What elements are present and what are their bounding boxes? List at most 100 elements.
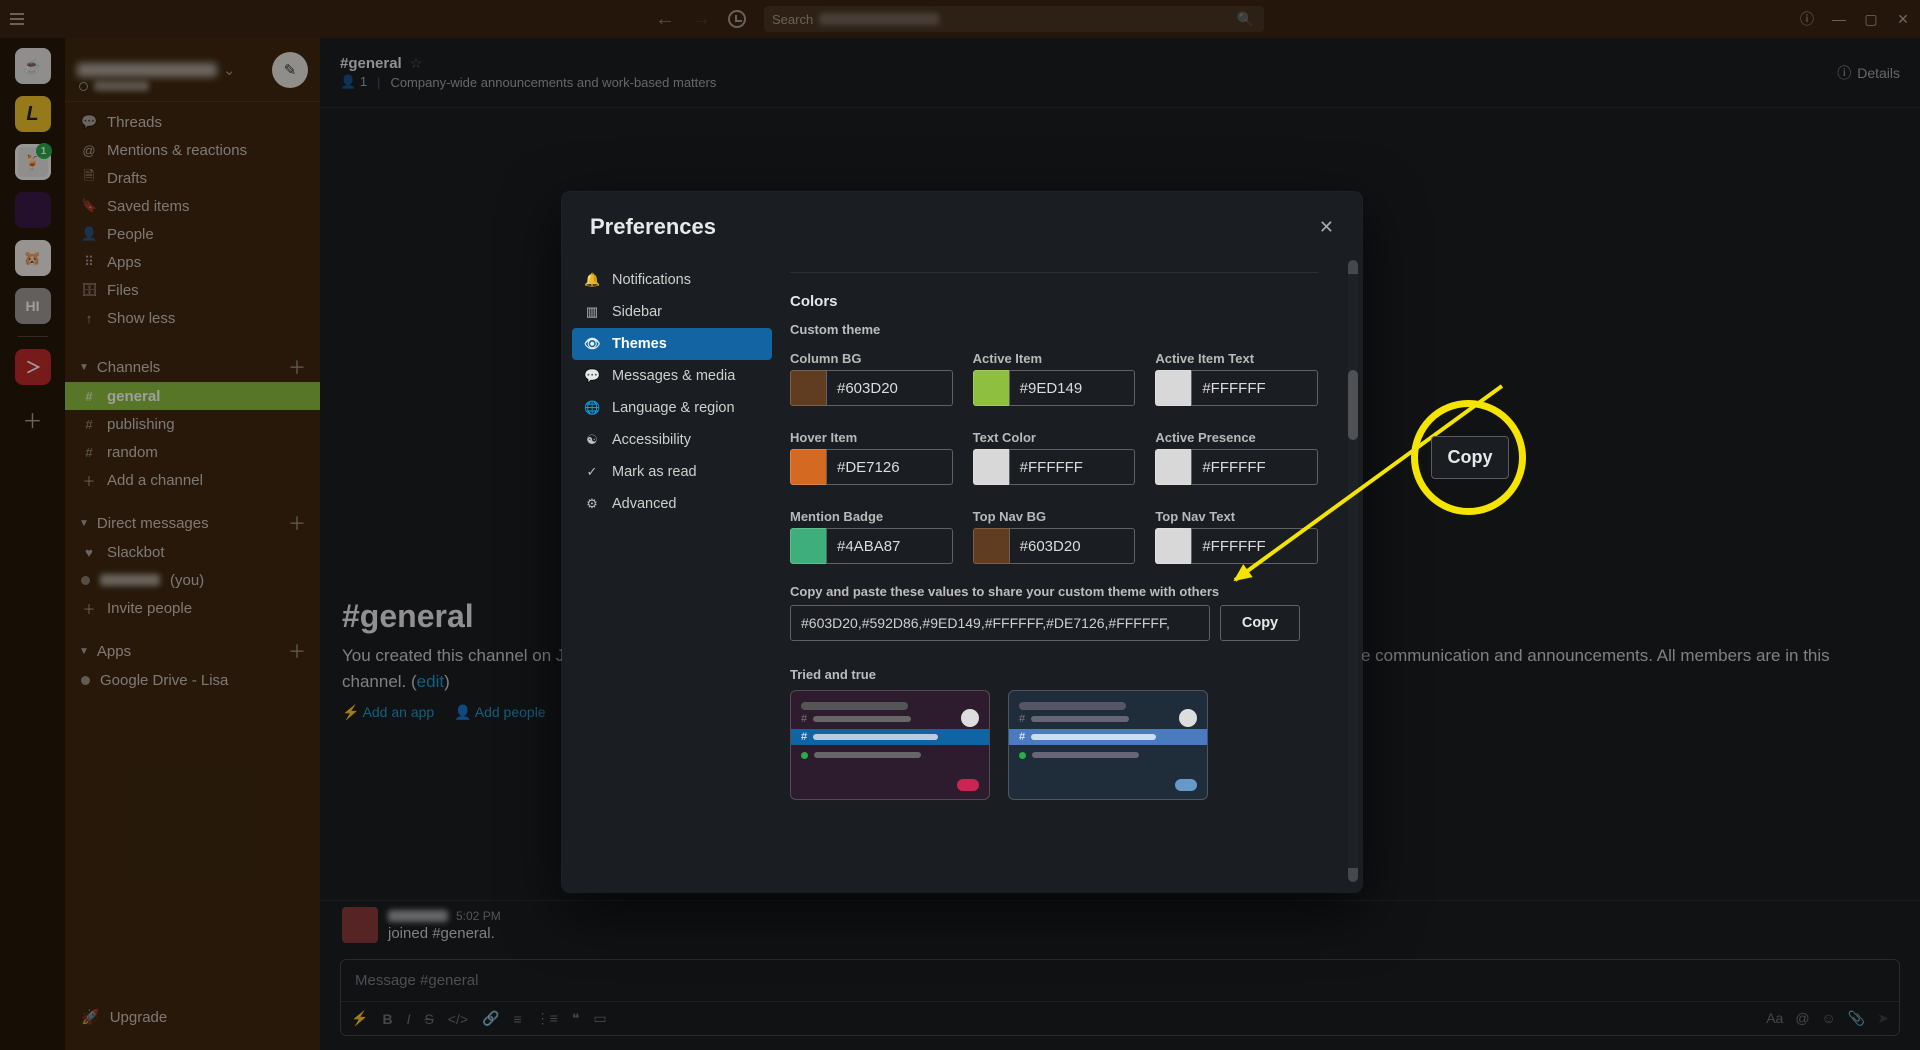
theme-string-input[interactable]: #603D20,#592D86,#9ED149,#FFFFFF,#DE7126,… [790,605,1210,641]
color-hex-input[interactable]: #603D20 [1009,528,1136,564]
emoji-icon[interactable]: ☺ [1822,1010,1836,1027]
scrollbar[interactable] [1348,260,1358,882]
nav-people[interactable]: 👤People [65,220,320,248]
compose-button[interactable]: ✎ [272,52,308,88]
ul-icon[interactable]: ⋮≡ [536,1010,558,1027]
workspace-4[interactable] [15,192,51,228]
color-hex-input[interactable]: #9ED149 [1009,370,1136,406]
link-icon[interactable]: 🔗 [482,1010,499,1027]
ol-icon[interactable]: ≡ [513,1011,521,1027]
prefs-nav-sidebar[interactable]: ▥Sidebar [572,296,772,328]
back-icon[interactable]: ← [656,10,674,28]
color-hex-input[interactable]: #603D20 [826,370,953,406]
prefs-nav-notifications[interactable]: 🔔Notifications [572,264,772,296]
channel-topic[interactable]: Company-wide announcements and work-base… [390,75,716,90]
add-workspace-icon[interactable]: ＋ [23,405,43,434]
search-input[interactable]: Search 🔍 [764,6,1264,32]
prefs-nav-markread[interactable]: ✓Mark as read [572,456,772,488]
section-dms[interactable]: ▼ Direct messages ＋ [65,508,320,538]
section-channels[interactable]: ▼ Channels ＋ [65,352,320,382]
section-apps[interactable]: ▼ Apps ＋ [65,636,320,666]
color-hex-input[interactable]: #FFFFFF [1191,370,1318,406]
workspace-5[interactable]: 🐹 [15,240,51,276]
color-swatch[interactable] [973,528,1009,564]
prefs-nav-accessibility[interactable]: ☯Accessibility [572,424,772,456]
quote-icon[interactable]: ❝ [572,1010,580,1027]
upgrade-link[interactable]: 🚀Upgrade [65,994,320,1050]
color-swatch[interactable] [790,528,826,564]
workspace-2[interactable]: L [15,96,51,132]
add-people-link[interactable]: 👤 Add people [454,704,545,721]
nav-show-less[interactable]: ↑Show less [65,304,320,332]
workspace-1[interactable]: ☕ [15,48,51,84]
color-swatch[interactable] [790,449,826,485]
nav-mentions[interactable]: @Mentions & reactions [65,136,320,164]
details-button[interactable]: ⓘDetails [1837,63,1900,83]
sidebar-header[interactable]: ⌄ ✎ [65,38,320,102]
color-hex-input[interactable]: #4ABA87 [826,528,953,564]
forward-icon[interactable]: → [692,10,710,28]
workspace-6[interactable]: HI [15,288,51,324]
color-swatch[interactable] [1155,449,1191,485]
window-maximize[interactable]: ▢ [1864,12,1878,26]
invite-people[interactable]: ＋Invite people [65,594,320,622]
workspace-7[interactable] [15,349,51,385]
prefs-nav-advanced[interactable]: ⚙Advanced [572,488,772,520]
codeblock-icon[interactable]: ▭ [593,1010,606,1027]
theme-preset-ochin[interactable]: # # [1008,690,1208,800]
code-icon[interactable]: </> [448,1011,468,1027]
channel-general[interactable]: #general [65,382,320,410]
color-swatch[interactable] [973,449,1009,485]
color-hex-input[interactable]: #FFFFFF [1009,449,1136,485]
color-swatch[interactable] [1155,528,1191,564]
help-icon[interactable]: ⓘ [1800,12,1814,26]
shortcut-icon[interactable]: ⚡ [351,1010,368,1027]
nav-threads[interactable]: 💬Threads [65,108,320,136]
scrollbar-thumb[interactable] [1348,370,1358,440]
channel-title[interactable]: #general [340,55,402,72]
dm-you[interactable]: (you) [65,566,320,594]
prefs-nav-messages[interactable]: 💬Messages & media [572,360,772,392]
format-icon[interactable]: Aa [1766,1010,1783,1027]
window-minimize[interactable]: — [1832,12,1846,26]
color-hex-input[interactable]: #DE7126 [826,449,953,485]
window-close[interactable]: ✕ [1896,12,1910,26]
prefs-nav-themes[interactable]: 👁Themes [572,328,772,360]
color-swatch[interactable] [973,370,1009,406]
star-icon[interactable]: ☆ [410,55,423,72]
color-swatch[interactable] [790,370,826,406]
italic-icon[interactable]: I [407,1011,411,1027]
attach-icon[interactable]: 📎 [1848,1010,1865,1027]
prefs-nav-language[interactable]: 🌐Language & region [572,392,772,424]
add-app-link[interactable]: ⚡ Add an app [342,704,434,721]
edit-link[interactable]: edit [417,672,444,691]
message-row[interactable]: 5:02 PM joined #general. [320,901,1920,949]
nav-files[interactable]: 🗄Files [65,276,320,304]
add-app-icon[interactable]: ＋ [288,638,306,664]
composer-input[interactable]: Message #general [341,960,1899,1001]
mention-icon[interactable]: @ [1795,1010,1809,1027]
close-icon[interactable]: ✕ [1319,217,1334,238]
color-swatch[interactable] [1155,370,1191,406]
color-hex-input[interactable]: #FFFFFF [1191,449,1318,485]
member-count[interactable]: 👤 1 [340,74,367,90]
channel-random[interactable]: #random [65,438,320,466]
history-icon[interactable] [728,10,746,28]
workspace-3-active[interactable]: 🍹1 [15,144,51,180]
add-channel-icon[interactable]: ＋ [288,354,306,380]
send-icon[interactable]: ➤ [1877,1010,1889,1027]
dm-slackbot[interactable]: ♥Slackbot [65,538,320,566]
bold-icon[interactable]: B [382,1011,392,1027]
channel-publishing[interactable]: #publishing [65,410,320,438]
theme-preset-aubergine[interactable]: # # [790,690,990,800]
nav-drafts[interactable]: 🗎Drafts [65,164,320,192]
add-channel[interactable]: ＋Add a channel [65,466,320,494]
avatar[interactable] [342,907,378,943]
app-google-drive[interactable]: Google Drive - Lisa [65,666,320,694]
message-composer[interactable]: Message #general ⚡ B I S </> 🔗 ≡ ⋮≡ ❝ ▭ … [340,959,1900,1036]
menu-icon[interactable] [10,13,24,25]
nav-apps[interactable]: ⠿Apps [65,248,320,276]
copy-button[interactable]: Copy [1220,605,1300,641]
nav-saved[interactable]: 🔖Saved items [65,192,320,220]
strike-icon[interactable]: S [424,1011,433,1027]
